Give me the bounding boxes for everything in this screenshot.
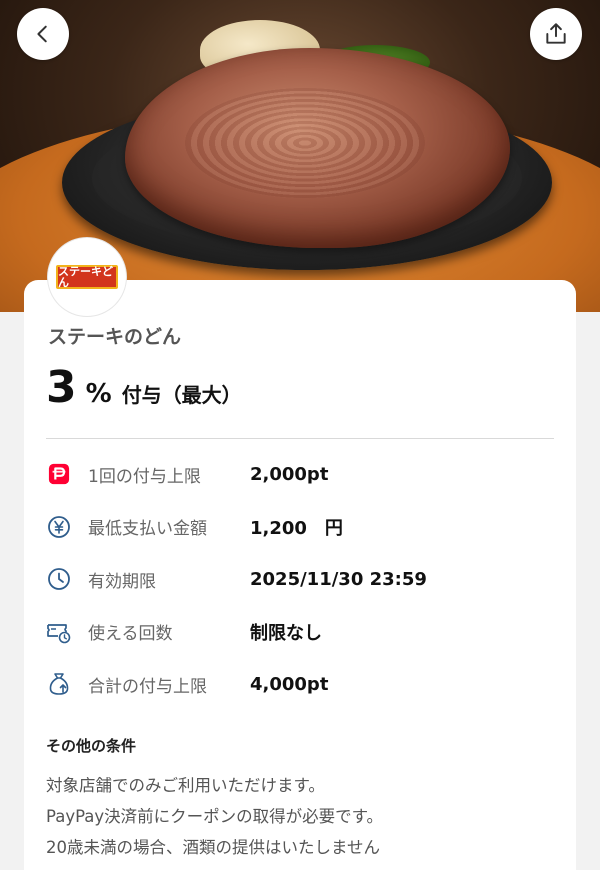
- reward-number: 3: [46, 362, 78, 413]
- back-button[interactable]: [17, 8, 69, 60]
- conditions-list: 対象店舗でのみご利用いただけます。 PayPay決済前にクーポンの取得が必要です…: [46, 770, 383, 863]
- money-bag-icon: [46, 671, 72, 697]
- detail-label: 1回の付与上限: [88, 466, 201, 487]
- chevron-left-icon: [37, 25, 47, 43]
- condition-line: 対象店舗でのみご利用いただけます。: [46, 776, 325, 795]
- detail-row-expiry: 有効期限 2025/11/30 23:59: [46, 553, 554, 606]
- reward-unit: %: [85, 379, 112, 409]
- detail-list: 1回の付与上限 2,000pt 最低支払い金額 1,200 円 有効期限 202…: [46, 448, 554, 711]
- share-button[interactable]: [530, 8, 582, 60]
- yen-icon: [46, 514, 72, 540]
- condition-line: PayPay決済前にクーポンの取得が必要です。: [46, 807, 384, 826]
- reward-text: 付与（最大）: [121, 383, 242, 407]
- condition-line: 20歳未満の場合、酒類の提供はいたしません: [46, 838, 381, 857]
- conditions-title: その他の条件: [46, 737, 137, 755]
- detail-value: 4,000pt: [250, 673, 329, 695]
- detail-row-grant-limit: 1回の付与上限 2,000pt: [46, 448, 554, 501]
- detail-value: 2,000pt: [250, 463, 329, 485]
- detail-value: 2025/11/30 23:59: [250, 568, 427, 590]
- paypay-icon: [46, 461, 72, 487]
- detail-value: 1,200 円: [250, 517, 343, 539]
- store-logo-text: ステーキどん: [56, 265, 118, 289]
- detail-label: 有効期限: [88, 571, 156, 592]
- clock-icon: [46, 566, 72, 592]
- store-logo: ステーキどん: [48, 238, 126, 316]
- share-icon: [546, 23, 566, 44]
- reward-rate: 3 % 付与（最大）: [46, 362, 242, 413]
- ticket-clock-icon: [46, 619, 72, 645]
- divider: [46, 438, 554, 439]
- coupon-card: ステーキどん ステーキのどん 3 % 付与（最大） 1回の付与上限 2,000p…: [24, 238, 576, 870]
- detail-label: 合計の付与上限: [88, 676, 207, 697]
- detail-label: 最低支払い金額: [88, 519, 207, 540]
- detail-row-min-payment: 最低支払い金額 1,200 円: [46, 501, 554, 554]
- steak: [125, 48, 510, 248]
- detail-row-total-limit: 合計の付与上限 4,000pt: [46, 658, 554, 711]
- detail-row-usage-count: 使える回数 制限なし: [46, 606, 554, 659]
- detail-label: 使える回数: [88, 624, 173, 645]
- detail-value: 制限なし: [250, 622, 322, 644]
- store-name: ステーキのどん: [48, 326, 182, 348]
